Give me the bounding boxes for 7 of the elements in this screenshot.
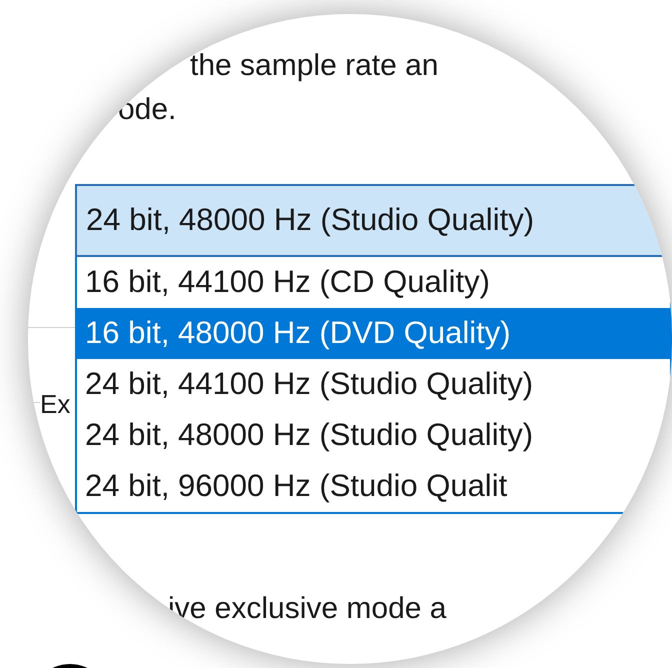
dropdown-option[interactable]: 16 bit, 44100 Hz (CD Quality): [77, 257, 670, 308]
group-label: Ex: [40, 388, 70, 421]
dropdown-option[interactable]: 16 bit, 48000 Hz (DVD Quality): [77, 308, 670, 359]
dropdown-option[interactable]: 24 bit, 96000 Hz (Studio Qualit: [77, 461, 670, 512]
dropdown-option[interactable]: 24 bit, 44100 Hz (Studio Quality): [77, 359, 670, 410]
dropdown-option[interactable]: 24 bit, 48000 Hz (Studio Quality): [77, 410, 670, 461]
instruction-text: the sample rate an: [190, 48, 440, 84]
